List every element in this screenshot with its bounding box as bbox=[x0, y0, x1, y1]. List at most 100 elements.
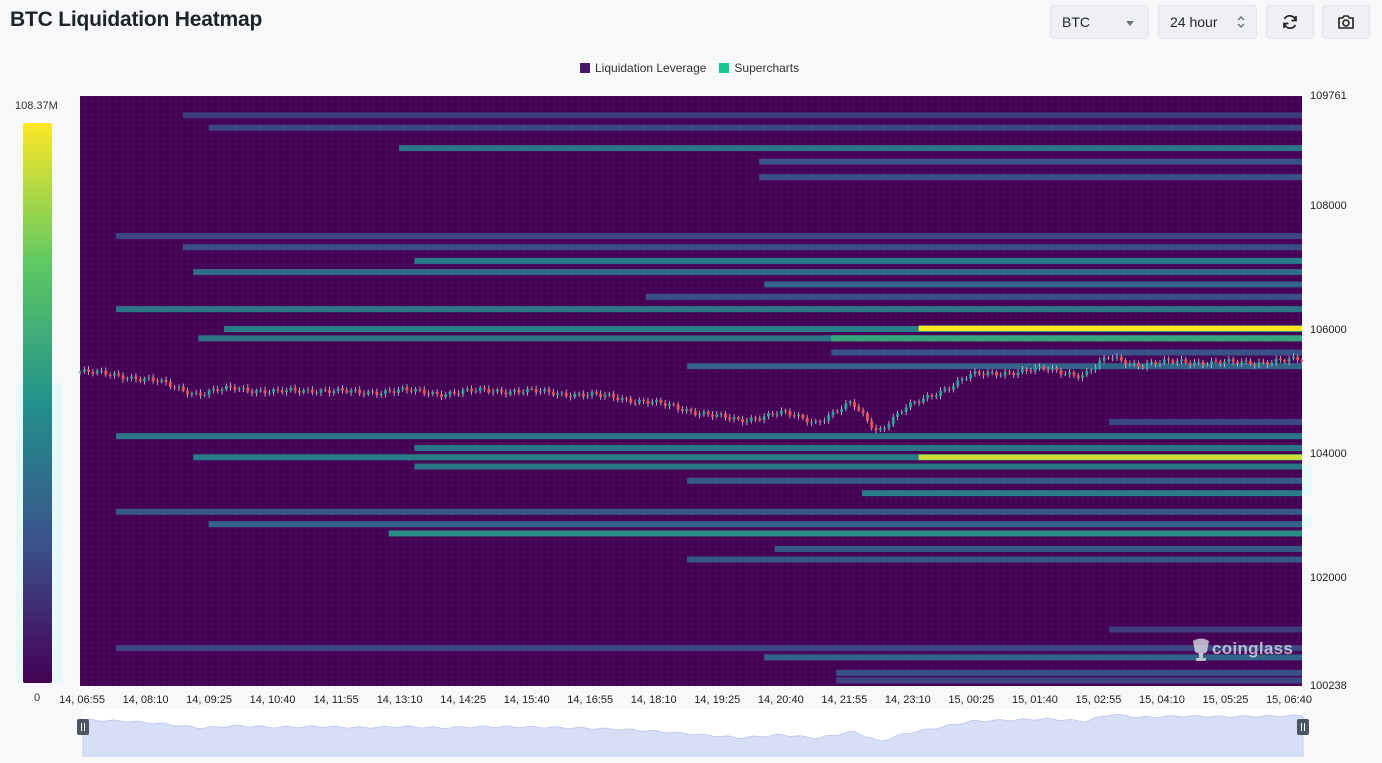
candle-body bbox=[775, 414, 779, 416]
candle-body bbox=[620, 398, 624, 401]
candle-body bbox=[736, 417, 740, 420]
candle-body bbox=[788, 411, 792, 416]
candle-body bbox=[1210, 360, 1214, 365]
candle-body bbox=[990, 371, 994, 373]
candle-body bbox=[207, 390, 211, 395]
candle-body bbox=[203, 394, 207, 396]
liquidation-band bbox=[116, 433, 1302, 440]
candle-body bbox=[659, 399, 663, 404]
candle-body bbox=[1274, 358, 1278, 363]
candle-body bbox=[246, 387, 250, 392]
candle-body bbox=[1141, 366, 1145, 368]
candle-body bbox=[495, 389, 499, 392]
handle-body bbox=[1297, 719, 1309, 735]
y-tick-label: 104000 bbox=[1310, 448, 1347, 460]
candle-body bbox=[551, 392, 555, 396]
candle-body bbox=[1158, 362, 1162, 365]
candle-body bbox=[431, 391, 435, 395]
candle-body bbox=[392, 391, 396, 393]
liquidation-band bbox=[182, 244, 1302, 251]
candle-body bbox=[345, 390, 349, 393]
candle-body bbox=[629, 398, 633, 403]
candle-body bbox=[478, 387, 482, 391]
liquidation-band bbox=[645, 293, 1302, 300]
candle-body bbox=[564, 392, 568, 397]
candle-body bbox=[194, 392, 198, 394]
candle-body bbox=[530, 388, 534, 390]
candle-body bbox=[1115, 356, 1119, 358]
liquidation-band bbox=[116, 306, 1302, 313]
candle-body bbox=[323, 389, 327, 391]
candle-body bbox=[1137, 362, 1140, 367]
candle-body bbox=[625, 398, 628, 400]
x-tick-label: 15, 05:25 bbox=[1203, 694, 1249, 706]
coinglass-watermark: coinglass bbox=[1190, 636, 1293, 662]
y-tick-label: 100238 bbox=[1310, 680, 1347, 692]
candle-body bbox=[926, 395, 930, 399]
candle-body bbox=[969, 374, 973, 379]
liquidation-band bbox=[116, 508, 1302, 515]
candle-body bbox=[1205, 364, 1209, 366]
candle-body bbox=[878, 428, 882, 431]
candle-body bbox=[1025, 369, 1029, 371]
candle-body bbox=[900, 412, 904, 414]
candle-body bbox=[113, 373, 116, 376]
candle-body bbox=[379, 393, 383, 396]
candle-body bbox=[138, 379, 142, 382]
x-tick-label: 14, 18:10 bbox=[631, 694, 677, 706]
liquidation-band bbox=[862, 490, 1302, 497]
candle-body bbox=[1171, 360, 1175, 364]
candle-body bbox=[1068, 372, 1072, 375]
candle-body bbox=[732, 417, 736, 420]
candle-body bbox=[1214, 360, 1218, 362]
candle-body bbox=[883, 427, 887, 429]
candle-body bbox=[177, 386, 181, 388]
heatmap-chart[interactable]: 109761 108000 106000 104000 102000 100238 14, … bbox=[0, 0, 1382, 763]
candle-body bbox=[1098, 360, 1102, 368]
candle-body bbox=[663, 403, 667, 406]
candle-body bbox=[1046, 369, 1050, 371]
candle-body bbox=[298, 390, 301, 393]
liquidation-band bbox=[687, 363, 1302, 370]
y-tick-label: 106000 bbox=[1310, 324, 1347, 336]
liquidation-band bbox=[116, 645, 1302, 652]
candle-body bbox=[853, 401, 856, 407]
candle-body bbox=[1059, 370, 1063, 375]
liquidation-band bbox=[116, 233, 1302, 240]
candle-body bbox=[1012, 372, 1016, 376]
candle-body bbox=[749, 417, 753, 421]
candle-body bbox=[91, 371, 95, 374]
candle-body bbox=[767, 413, 770, 417]
candle-body bbox=[276, 389, 280, 391]
candle-body bbox=[612, 393, 615, 398]
candle-body bbox=[590, 392, 594, 396]
candle-body bbox=[934, 395, 938, 397]
candle-body bbox=[1197, 361, 1201, 363]
navigator-left-handle[interactable] bbox=[77, 719, 89, 735]
x-tick-label: 14, 06:55 bbox=[59, 694, 105, 706]
candle-body bbox=[569, 396, 572, 398]
candle-body bbox=[328, 390, 331, 394]
candle-body bbox=[1145, 363, 1149, 368]
candle-body bbox=[280, 390, 284, 393]
candle-body bbox=[104, 370, 108, 375]
candle-body bbox=[405, 387, 409, 391]
candle-body bbox=[358, 389, 362, 394]
candle-body bbox=[237, 388, 241, 390]
candle-body bbox=[805, 417, 809, 423]
candle-body bbox=[668, 404, 671, 406]
candle-body bbox=[1279, 358, 1282, 360]
candle-body bbox=[539, 391, 542, 393]
candle-body bbox=[1102, 357, 1106, 361]
candle-body bbox=[547, 389, 551, 393]
y-tick-label: 109761 bbox=[1310, 90, 1347, 102]
candle-body bbox=[1248, 360, 1252, 365]
candle-body bbox=[792, 415, 796, 417]
candle-body bbox=[483, 387, 486, 389]
liquidation-band bbox=[1109, 626, 1302, 633]
candle-body bbox=[797, 414, 800, 417]
liquidation-band bbox=[836, 669, 1302, 676]
candle-body bbox=[956, 380, 960, 387]
handle-body bbox=[77, 719, 89, 735]
navigator-right-handle[interactable] bbox=[1297, 719, 1309, 735]
